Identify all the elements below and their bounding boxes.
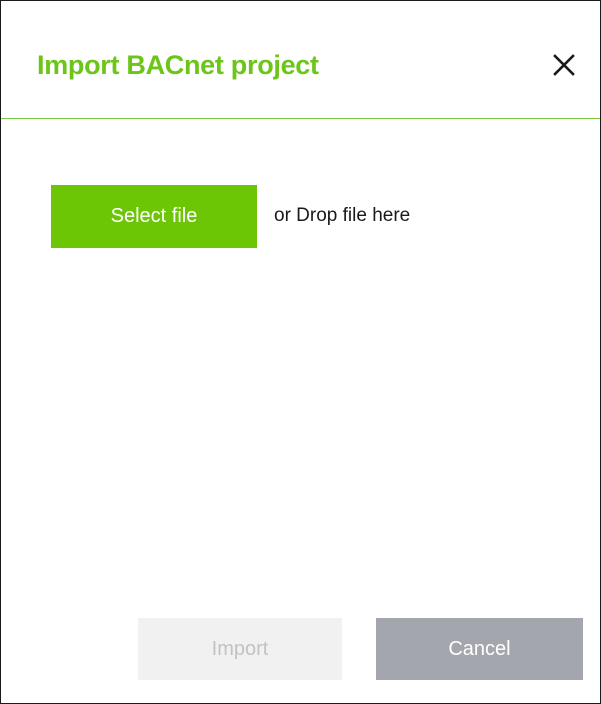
- drop-zone-text: or Drop file here: [274, 205, 411, 226]
- dialog-header: Import BACnet project: [1, 1, 600, 119]
- dialog-title: Import BACnet project: [37, 50, 319, 80]
- import-button[interactable]: Import: [138, 618, 342, 680]
- select-file-button[interactable]: Select file: [51, 185, 257, 248]
- close-button[interactable]: [542, 43, 586, 87]
- close-icon: [553, 54, 575, 76]
- import-dialog: Import BACnet project Select file or Dro…: [0, 0, 601, 704]
- cancel-button[interactable]: Cancel: [376, 618, 583, 680]
